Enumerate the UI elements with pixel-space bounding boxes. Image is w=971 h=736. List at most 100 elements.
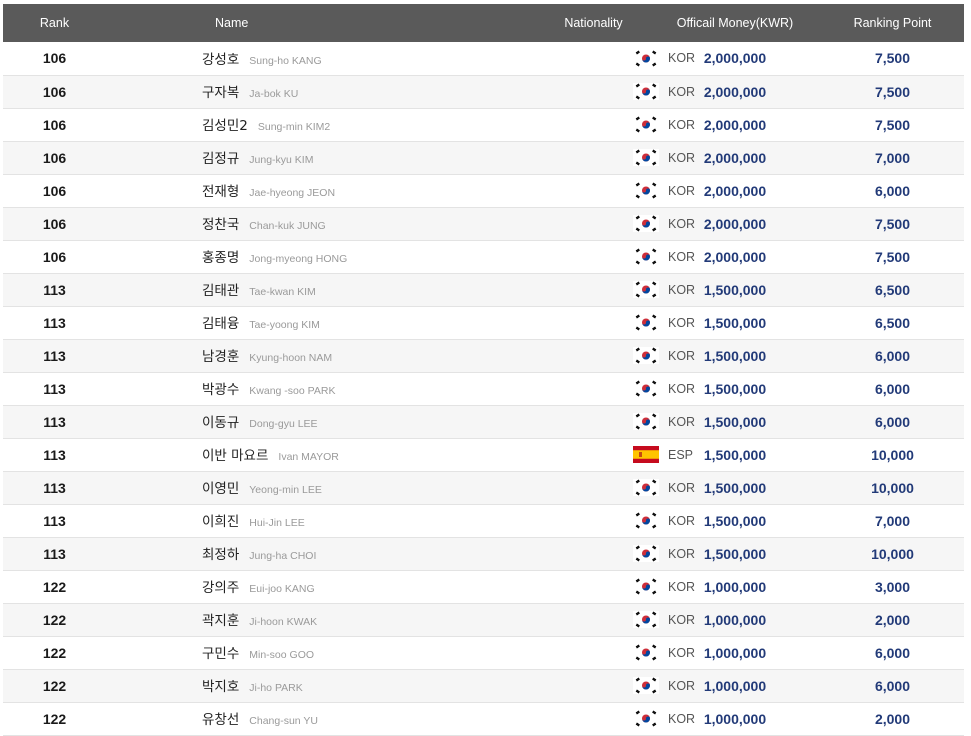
ranking-point-cell: 7,500 [874,248,911,265]
player-name-cell[interactable]: 김태융 Tae-yoong KIM [106,306,538,339]
player-korean-name[interactable]: 박지호 [202,679,239,695]
player-korean-name[interactable]: 유창선 [202,712,239,728]
player-korean-name[interactable]: 구민수 [202,646,239,662]
player-korean-name[interactable]: 강의주 [202,580,239,596]
player-korean-name[interactable]: 곽지훈 [202,613,239,629]
table-row[interactable]: 113 이영민 Yeong-min LEE KOR 1,500,000 10,00… [3,471,964,504]
nationality-cell: KOR [538,405,695,438]
table-row[interactable]: 122 강의주 Eui-joo KANG KOR 1,000,000 3,000 [3,570,964,603]
player-name-cell[interactable]: 김태관 Tae-kwan KIM [106,273,538,306]
player-name-cell[interactable]: 박광수 Kwang -soo PARK [106,372,538,405]
player-korean-name[interactable]: 정찬국 [202,217,239,233]
player-korean-name[interactable]: 최정하 [202,547,239,563]
table-row[interactable]: 106 구자복 Ja-bok KU KOR 2,000,000 7,500 [3,75,964,108]
player-name-cell[interactable]: 강의주 Eui-joo KANG [106,570,538,603]
table-row[interactable]: 106 김정규 Jung-kyu KIM KOR 2,000,000 7,000 [3,141,964,174]
nation-code: KOR [668,678,696,693]
table-row[interactable]: 113 남경훈 Kyung-hoon NAM KOR 1,500,000 6,00… [3,339,964,372]
ranking-point-cell: 6,000 [874,347,911,364]
kor-flag-icon [633,49,659,67]
ranking-point-cell: 10,000 [871,446,914,463]
points-column-header[interactable]: Ranking Point [821,4,964,42]
rank-cell: 106 [42,248,67,265]
player-name-cell[interactable]: 박지호 Ji-ho PARK [106,669,538,702]
player-name-cell[interactable]: 김성민2 Sung-min KIM2 [106,108,538,141]
money-column-header[interactable]: Officail Money(KWR) [649,4,821,42]
player-korean-name[interactable]: 박광수 [202,382,239,398]
ranking-point-cell: 7,000 [874,512,911,529]
table-row[interactable]: 113 김태관 Tae-kwan KIM KOR 1,500,000 6,500 [3,273,964,306]
player-name-cell[interactable]: 강성호 Sung-ho KANG [106,42,538,75]
player-name-cell[interactable]: 최정하 Jung-ha CHOI [106,537,538,570]
player-name-cell[interactable]: 이동규 Dong-gyu LEE [106,405,538,438]
player-korean-name[interactable]: 이반 마요르 [202,448,268,464]
ranking-point-cell: 7,500 [874,215,911,232]
table-row[interactable]: 106 전재형 Jae-hyeong JEON KOR 2,000,000 6,0… [3,174,964,207]
player-korean-name[interactable]: 전재형 [202,184,239,200]
player-korean-name[interactable]: 이희진 [202,514,239,530]
rank-column-header[interactable]: Rank [3,4,106,42]
player-english-name: Ja-bok KU [249,88,299,100]
table-row[interactable]: 106 홍종명 Jong-myeong HONG KOR 2,000,000 7,… [3,240,964,273]
player-english-name: Yeong-min LEE [249,484,322,496]
player-name-cell[interactable]: 곽지훈 Ji-hoon KWAK [106,603,538,636]
player-korean-name[interactable]: 이동규 [202,415,239,431]
kor-flag-icon [633,676,659,694]
nationality-cell: KOR [538,339,695,372]
ranking-point-cell: 6,000 [874,380,911,397]
table-row[interactable]: 113 박광수 Kwang -soo PARK KOR 1,500,000 6,0… [3,372,964,405]
player-korean-name[interactable]: 김정규 [202,151,239,167]
player-korean-name[interactable]: 구자복 [202,85,239,101]
table-row[interactable]: 122 구민수 Min-soo GOO KOR 1,000,000 6,000 [3,636,964,669]
table-row[interactable]: 113 이희진 Hui-Jin LEE KOR 1,500,000 7,000 [3,504,964,537]
nation-code: KOR [668,579,696,594]
table-row[interactable]: 106 강성호 Sung-ho KANG KOR 2,000,000 7,500 [3,42,964,75]
player-name-cell[interactable]: 구자복 Ja-bok KU [106,75,538,108]
kor-flag-icon [633,346,659,364]
rank-cell: 106 [42,149,67,166]
name-column-header[interactable]: Name [106,4,538,42]
rank-cell: 122 [42,710,67,727]
table-row[interactable]: 106 김성민2 Sung-min KIM2 KOR 2,000,000 7,50… [3,108,964,141]
table-row[interactable]: 113 최정하 Jung-ha CHOI KOR 1,500,000 10,000 [3,537,964,570]
player-korean-name[interactable]: 홍종명 [202,250,239,266]
player-korean-name[interactable]: 강성호 [202,52,239,68]
nation-code: KOR [668,381,696,396]
rank-cell: 106 [42,215,67,232]
kor-flag-icon [633,577,659,595]
kor-flag-icon [633,280,659,298]
player-name-cell[interactable]: 이반 마요르 Ivan MAYOR [106,438,538,471]
ranking-point-cell: 6,000 [874,182,911,199]
nation-code: KOR [668,513,696,528]
rank-cell: 113 [43,380,66,397]
player-name-cell[interactable]: 정찬국 Chan-kuk JUNG [106,207,538,240]
player-korean-name[interactable]: 이영민 [202,481,239,497]
player-english-name: Hui-Jin LEE [249,517,305,529]
rank-cell: 113 [43,512,66,529]
table-row[interactable]: 122 유창선 Chang-sun YU KOR 1,000,000 2,000 [3,702,964,735]
rank-cell: 106 [42,182,67,199]
player-name-cell[interactable]: 전재형 Jae-hyeong JEON [106,174,538,207]
player-name-cell[interactable]: 유창선 Chang-sun YU [106,702,538,735]
rank-cell: 122 [42,644,67,661]
nationality-column-header[interactable]: Nationality [538,4,649,42]
player-name-cell[interactable]: 이영민 Yeong-min LEE [106,471,538,504]
player-name-cell[interactable]: 홍종명 Jong-myeong HONG [106,240,538,273]
table-row[interactable]: 113 이반 마요르 Ivan MAYOR ESP 1,500,000 10,00… [3,438,964,471]
table-row[interactable]: 113 김태융 Tae-yoong KIM KOR 1,500,000 6,500 [3,306,964,339]
player-korean-name[interactable]: 김태융 [202,316,239,332]
table-row[interactable]: 122 박지호 Ji-ho PARK KOR 1,000,000 6,000 [3,669,964,702]
nation-code: KOR [668,150,696,165]
player-name-cell[interactable]: 구민수 Min-soo GOO [106,636,538,669]
player-name-cell[interactable]: 김정규 Jung-kyu KIM [106,141,538,174]
player-korean-name[interactable]: 남경훈 [202,349,239,365]
table-row[interactable]: 122 곽지훈 Ji-hoon KWAK KOR 1,000,000 2,000 [3,603,964,636]
player-korean-name[interactable]: 김태관 [202,283,239,299]
table-row[interactable]: 106 정찬국 Chan-kuk JUNG KOR 2,000,000 7,500 [3,207,964,240]
player-name-cell[interactable]: 남경훈 Kyung-hoon NAM [106,339,538,372]
player-name-cell[interactable]: 이희진 Hui-Jin LEE [106,504,538,537]
player-korean-name[interactable]: 김성민2 [202,118,248,134]
table-row[interactable]: 113 이동규 Dong-gyu LEE KOR 1,500,000 6,000 [3,405,964,438]
kor-flag-icon [633,82,659,100]
nation-code: KOR [668,711,696,726]
